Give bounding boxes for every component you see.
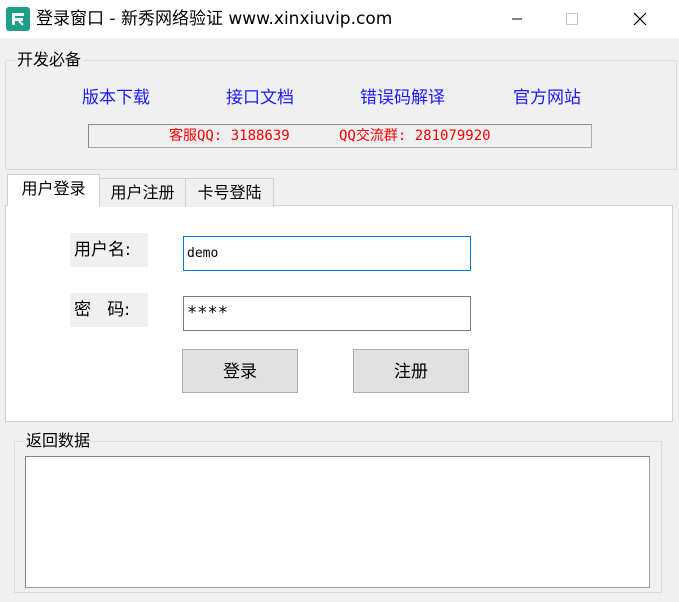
dev-essentials-group [5, 60, 677, 170]
title-bar: 登录窗口 - 新秀网络验证 www.xinxiuvip.com [0, 0, 679, 38]
maximize-icon [566, 13, 578, 25]
error-code-link[interactable]: 错误码解译 [360, 87, 445, 109]
tab-user-login[interactable]: 用户登录 [7, 174, 100, 206]
dev-essentials-title: 开发必备 [15, 50, 84, 70]
contact-info-box: 客服QQ: 3188639 QQ交流群: 281079920 [88, 124, 592, 148]
window-title: 登录窗口 - 新秀网络验证 www.xinxiuvip.com [36, 9, 393, 29]
return-data-title: 返回数据 [24, 431, 93, 451]
app-logo-icon [6, 7, 30, 31]
return-data-textarea[interactable] [25, 456, 650, 588]
minimize-icon [512, 18, 522, 20]
password-label: 密 码: [70, 293, 148, 327]
minimize-button[interactable] [494, 0, 540, 38]
tab-card-login[interactable]: 卡号登陆 [185, 178, 274, 207]
close-button[interactable] [617, 0, 663, 38]
register-button[interactable]: 注册 [353, 349, 469, 393]
qq-group-text: QQ交流群: 281079920 [339, 128, 491, 144]
service-qq-text: 客服QQ: 3188639 [169, 128, 290, 144]
password-input[interactable]: **** [183, 296, 471, 331]
login-button[interactable]: 登录 [182, 349, 298, 393]
api-docs-link[interactable]: 接口文档 [226, 87, 294, 109]
official-site-link[interactable]: 官方网站 [513, 87, 581, 109]
tab-user-register[interactable]: 用户注册 [99, 178, 186, 207]
version-download-link[interactable]: 版本下载 [82, 87, 150, 109]
username-label: 用户名: [70, 233, 148, 267]
maximize-button[interactable] [549, 0, 595, 38]
username-input[interactable]: demo [183, 236, 471, 271]
close-icon [633, 12, 647, 26]
